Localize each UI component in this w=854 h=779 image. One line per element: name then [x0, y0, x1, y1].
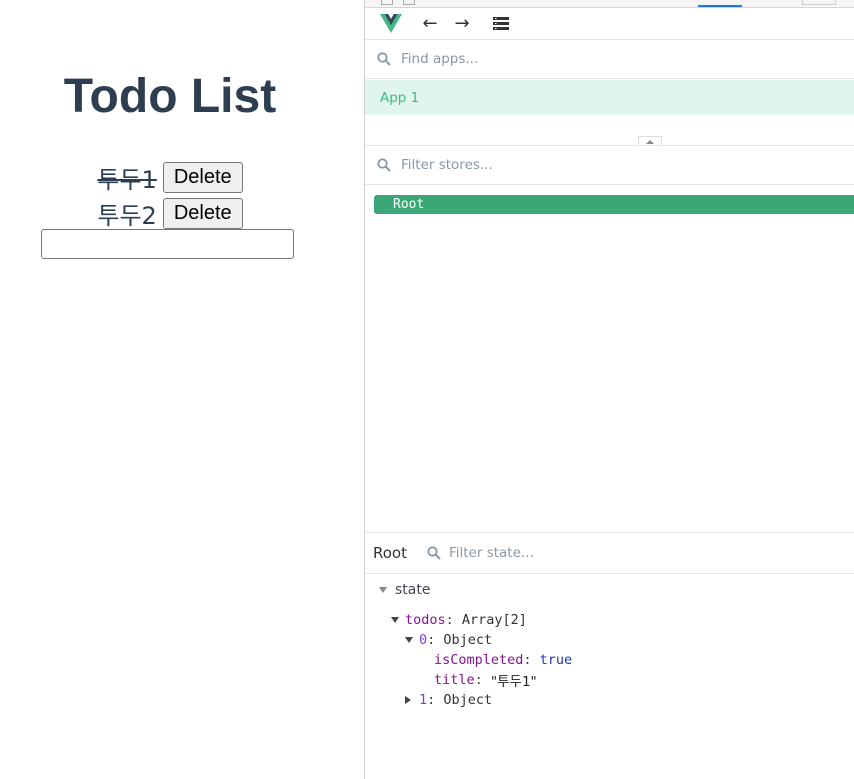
todo-item: 투두2 Delete: [0, 196, 340, 230]
back-arrow-icon[interactable]: ←: [420, 12, 440, 34]
forward-arrow-icon[interactable]: →: [452, 12, 472, 34]
search-icon: [377, 158, 393, 172]
tree-value[interactable]: true: [540, 652, 573, 668]
devtools-tab-strip: [365, 0, 854, 8]
todo-item: 투두1 Delete: [0, 160, 340, 194]
tree-value: Object: [443, 692, 493, 708]
find-apps-bar: [365, 40, 854, 79]
find-apps-input[interactable]: [399, 50, 823, 68]
tree-value: Array[2]: [461, 612, 527, 628]
tree-key: isCompleted: [434, 652, 524, 668]
tree-row-title[interactable]: title: "투두1": [434, 670, 537, 690]
tree-row-item-1[interactable]: 1: Object: [405, 690, 492, 710]
caret-right-icon[interactable]: [405, 696, 419, 704]
tree-row-todos[interactable]: todos: Array[2]: [391, 610, 527, 630]
delete-button[interactable]: Delete: [162, 197, 243, 229]
filter-state-input[interactable]: [446, 544, 751, 562]
filter-stores-input[interactable]: [399, 156, 823, 174]
todo-title[interactable]: 투두1: [97, 160, 156, 195]
filter-stores-bar: [365, 146, 854, 185]
todo-title[interactable]: 투두2: [97, 196, 156, 231]
delete-button[interactable]: Delete: [162, 161, 243, 193]
tree-value[interactable]: "투두1": [491, 670, 537, 690]
chevron-up-icon: [646, 139, 654, 144]
list-icon[interactable]: [491, 12, 511, 34]
caret-down-icon[interactable]: [391, 617, 405, 623]
tree-value: Object: [443, 632, 493, 648]
caret-down-icon[interactable]: [405, 637, 419, 643]
close-icon[interactable]: [381, 0, 393, 5]
active-tab-indicator: [698, 5, 742, 7]
inspector-header: Root: [365, 532, 854, 574]
tree-key: todos: [405, 612, 446, 628]
store-item-root[interactable]: Root: [374, 195, 854, 214]
settings-button[interactable]: [802, 0, 836, 5]
tree-key: 0: [419, 632, 428, 648]
app-list-item[interactable]: App 1: [365, 80, 854, 115]
app-page: Todo List 투두1 Delete 투두2 Delete: [0, 0, 364, 779]
page-title: Todo List: [63, 70, 277, 123]
vue-devtools-panel: ← → App 1 Root Root: [364, 0, 854, 779]
dock-icon[interactable]: [403, 0, 415, 5]
new-todo-input[interactable]: [41, 229, 294, 259]
state-section-label: state: [395, 582, 431, 598]
vue-logo-icon[interactable]: [380, 12, 402, 34]
tree-row-iscompleted[interactable]: isCompleted: true: [434, 650, 572, 670]
devtools-toolbar: ← →: [365, 8, 854, 40]
tree-key: title: [434, 672, 475, 688]
tree-row-item-0[interactable]: 0: Object: [405, 630, 492, 650]
state-section-toggle[interactable]: state: [379, 580, 430, 600]
inspector-title: Root: [373, 544, 407, 562]
tree-key: 1: [419, 692, 428, 708]
search-icon: [377, 52, 393, 66]
search-icon: [427, 546, 441, 560]
caret-down-icon: [379, 587, 387, 593]
